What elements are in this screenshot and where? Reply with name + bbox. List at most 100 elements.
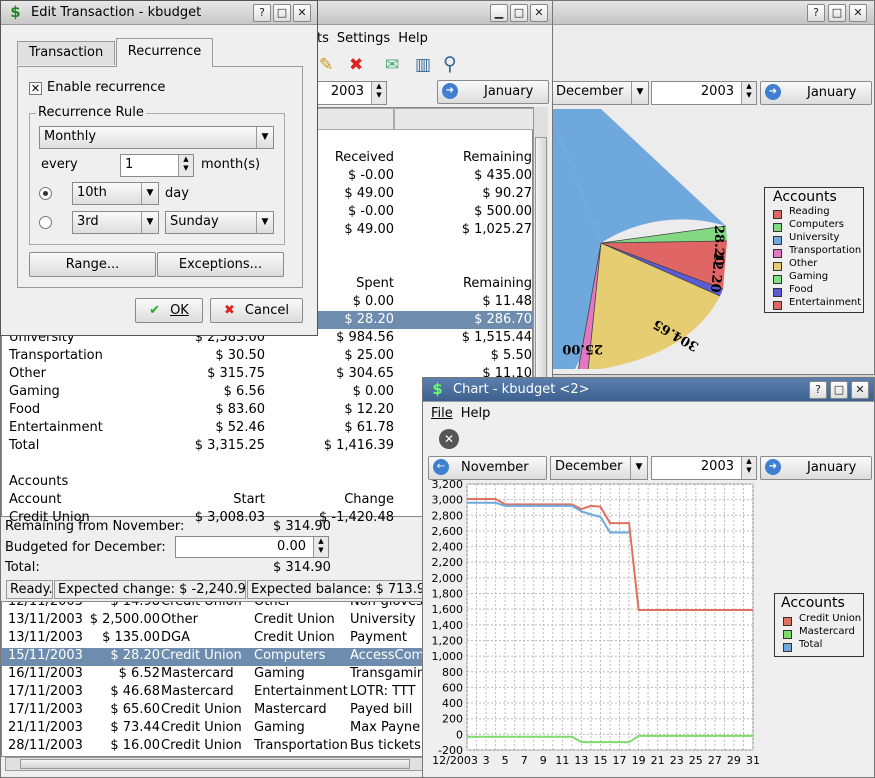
spinner-icon[interactable]: ▲ ▼ xyxy=(741,82,756,104)
edit-icon[interactable]: ✎ xyxy=(319,55,333,75)
remaining-label: Remaining from November: xyxy=(5,519,185,534)
y-tick-label: 600 xyxy=(442,681,463,694)
pie-window-titlebar[interactable]: ? □ ✕ xyxy=(549,1,874,25)
tab-recurrence[interactable]: Recurrence xyxy=(116,38,213,67)
transaction-from: Credit Union xyxy=(161,648,242,663)
category-spent: $ 304.65 xyxy=(336,366,394,381)
day-combo[interactable]: 10th ▼ xyxy=(72,182,159,205)
x-tick-label: 29 xyxy=(727,754,741,767)
y-tick-label: 0 xyxy=(456,728,463,741)
legend-label: Gaming xyxy=(789,271,829,282)
x-tick-label: 7 xyxy=(521,754,528,767)
delete-icon[interactable]: ✖ xyxy=(349,55,363,75)
category-spent: $ 61.78 xyxy=(344,420,394,435)
legend-label: Entertainment xyxy=(789,297,862,308)
chevron-down-icon: ▼ xyxy=(630,457,647,479)
accounts-title: Accounts xyxy=(9,474,69,489)
search-icon[interactable]: ⚲ xyxy=(443,53,457,75)
minimize-icon[interactable]: ▁ xyxy=(490,4,508,22)
tab-transaction[interactable]: Transaction xyxy=(17,41,115,65)
pie-next-button[interactable]: ➜ January xyxy=(760,81,872,105)
book-icon[interactable]: ▥ xyxy=(415,55,431,75)
y-tick-label: 200 xyxy=(442,713,463,726)
help-icon[interactable]: ? xyxy=(253,4,271,22)
pie-year-field[interactable]: 2003 ▲ ▼ xyxy=(651,81,757,105)
cancel-button[interactable]: ✖ Cancel xyxy=(210,298,303,323)
x-tick-label: 12/2003 xyxy=(432,754,478,767)
help-icon[interactable]: ? xyxy=(809,381,827,399)
menu-settings[interactable]: Settings xyxy=(337,31,390,46)
y-tick-label: 3,000 xyxy=(432,494,464,507)
x-tick-label: 27 xyxy=(708,754,722,767)
maximize-icon[interactable]: □ xyxy=(510,4,528,22)
chart-window-titlebar[interactable]: $ Chart - kbudget <2> ? □ ✕ xyxy=(423,378,874,402)
spinner-icon[interactable]: ▲ ▼ xyxy=(371,82,386,104)
help-icon[interactable]: ? xyxy=(807,4,825,22)
mail-icon[interactable]: ✉ xyxy=(385,55,399,75)
nth-combo[interactable]: 3rd ▼ xyxy=(72,211,159,234)
chevron-down-icon: ▼ xyxy=(141,212,158,233)
check-icon: ✔ xyxy=(149,303,161,318)
x-tick-label: 5 xyxy=(502,754,509,767)
legend-label: Other xyxy=(789,258,818,269)
pie-month-combo[interactable]: December ▼ xyxy=(551,81,649,105)
category-name: Entertainment xyxy=(9,420,103,435)
close-chart-icon[interactable]: ✕ xyxy=(439,429,459,449)
minimize-icon[interactable]: □ xyxy=(828,4,846,22)
category-spent: $ 0.00 xyxy=(352,384,394,399)
weekday-radio[interactable] xyxy=(39,216,52,229)
spinner-icon[interactable]: ▲ ▼ xyxy=(741,457,756,479)
income-header-remaining: Remaining xyxy=(462,150,532,165)
spend-header-remaining: Remaining xyxy=(462,276,532,291)
spinner-icon[interactable]: ▲ ▼ xyxy=(178,155,193,176)
menu-help[interactable]: Help xyxy=(461,406,491,421)
enable-checkbox[interactable]: ✕ xyxy=(29,82,42,95)
menu-file[interactable]: File xyxy=(431,406,453,421)
maximize-icon[interactable]: □ xyxy=(273,4,291,22)
enable-label[interactable]: Enable recurrence xyxy=(47,80,165,95)
scroll-thumb[interactable] xyxy=(20,759,410,769)
y-tick-label: 800 xyxy=(442,666,463,679)
main-year-field[interactable]: 2003 ▲ ▼ xyxy=(317,81,387,105)
budgeted-field[interactable]: 0.00 ▲ ▼ xyxy=(175,536,329,558)
exceptions-button[interactable]: Exceptions... xyxy=(157,252,284,277)
frequency-combo[interactable]: Monthly ▼ xyxy=(39,126,274,149)
category-spent: $ 25.00 xyxy=(344,348,394,363)
transaction-from: Other xyxy=(161,612,198,627)
every-unit-label: month(s) xyxy=(201,157,261,172)
arrow-right-icon: ➜ xyxy=(442,83,458,99)
transaction-to: Entertainment xyxy=(254,684,348,699)
chart-month-combo[interactable]: December ▼ xyxy=(550,456,648,480)
transaction-amount: $ 6.52 xyxy=(118,666,160,681)
transaction-amount: $ 28.20 xyxy=(110,648,160,663)
spinner-icon[interactable]: ▲ ▼ xyxy=(313,537,328,557)
close-icon[interactable]: ✕ xyxy=(849,4,867,22)
close-icon[interactable]: ✕ xyxy=(851,381,869,399)
category-budget: $ 30.50 xyxy=(215,348,265,363)
prev-month-button[interactable]: ← November xyxy=(428,456,547,480)
weekday-combo[interactable]: Sunday ▼ xyxy=(165,211,274,234)
close-icon[interactable]: ✕ xyxy=(530,4,548,22)
chart-year-field[interactable]: 2003 ▲ ▼ xyxy=(651,456,757,480)
horizontal-scrollbar[interactable] xyxy=(5,757,435,771)
menu-help[interactable]: Help xyxy=(398,31,428,46)
ok-button[interactable]: ✔ OK xyxy=(135,298,203,323)
dialog-titlebar[interactable]: $ Edit Transaction - kbudget ? □ ✕ xyxy=(1,1,317,25)
spend-remaining: $ 286.70 xyxy=(474,312,532,327)
menu-item[interactable]: ts xyxy=(317,31,329,46)
chart-window: $ Chart - kbudget <2> ? □ ✕ File Help ✕ ← No… xyxy=(422,377,875,778)
day-radio[interactable] xyxy=(39,187,52,200)
main-next-button[interactable]: ➜ January xyxy=(437,80,549,104)
maximize-icon[interactable]: □ xyxy=(830,381,848,399)
x-tick-label: 3 xyxy=(483,754,490,767)
every-spinbox[interactable]: 1 ▲ ▼ xyxy=(120,154,194,177)
total-label: Total: xyxy=(5,560,40,575)
close-icon[interactable]: ✕ xyxy=(293,4,311,22)
range-button[interactable]: Range... xyxy=(29,252,156,277)
arrow-right-icon: ➜ xyxy=(765,84,781,100)
income-remaining: $ 500.00 xyxy=(474,204,532,219)
transaction-from: Credit Union xyxy=(161,720,242,735)
x-tick-label: 11 xyxy=(555,754,569,767)
legend-swatch xyxy=(773,223,782,232)
chart-next-button[interactable]: ➜ January xyxy=(760,456,872,480)
